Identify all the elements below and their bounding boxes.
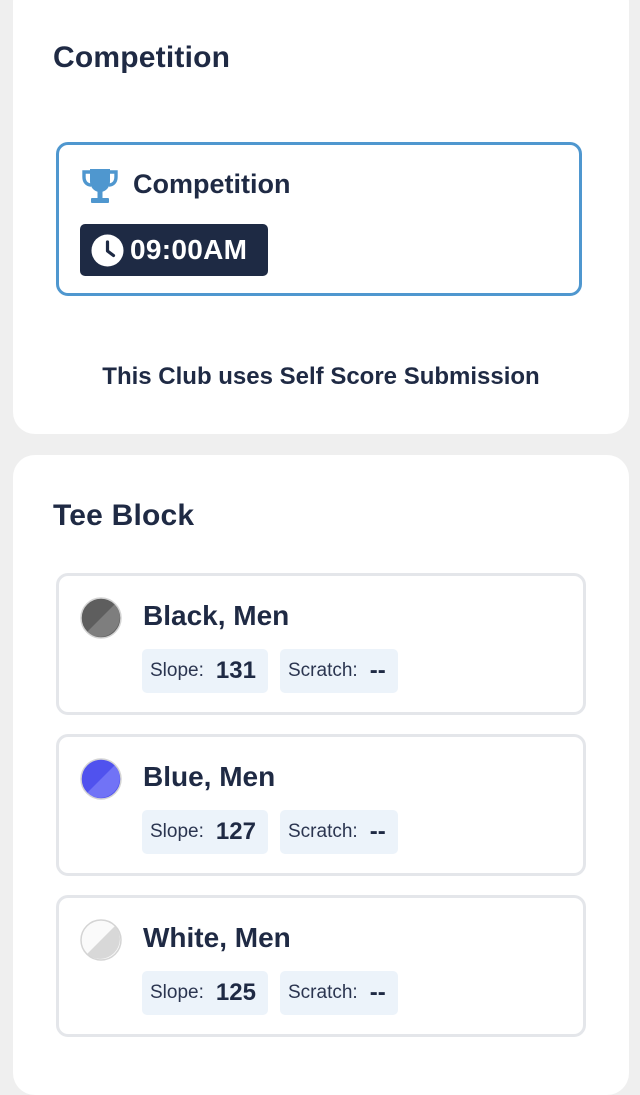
slope-pill: Slope: 131	[142, 649, 268, 693]
slope-label: Slope:	[150, 660, 204, 681]
tee-name: Black, Men	[143, 600, 290, 631]
scratch-value: --	[369, 818, 386, 845]
slope-value: 125	[215, 979, 256, 1006]
competition-event-card[interactable]: Competition 09:00AM	[56, 142, 582, 296]
tee-name: White, Men	[143, 922, 291, 953]
slope-pill: Slope: 125	[142, 971, 268, 1015]
slope-pill: Slope: 127	[142, 810, 268, 854]
tee-color-swatch-blue	[80, 758, 122, 800]
slope-value: 131	[215, 657, 256, 684]
scratch-value: --	[369, 657, 386, 684]
scratch-pill: Scratch: --	[280, 971, 398, 1015]
scratch-value: --	[369, 979, 386, 1006]
competition-card: Competition Competition 09:00AM This Clu…	[13, 0, 629, 434]
tee-color-swatch-black	[80, 597, 122, 639]
trophy-icon	[82, 169, 118, 203]
scratch-pill: Scratch: --	[280, 649, 398, 693]
tee-color-swatch-white	[80, 919, 122, 961]
tee-option-white[interactable]: White, Men Slope: 125 Scratch: --	[56, 895, 586, 1037]
slope-value: 127	[215, 818, 256, 845]
slope-label: Slope:	[150, 821, 204, 842]
scratch-pill: Scratch: --	[280, 810, 398, 854]
slope-label: Slope:	[150, 982, 204, 1003]
tee-block-section-title: Tee Block	[53, 499, 195, 532]
tee-block-card: Tee Block Black, Men Slope: 131 Scratch:…	[13, 455, 629, 1095]
tee-option-blue[interactable]: Blue, Men Slope: 127 Scratch: --	[56, 734, 586, 876]
competition-section-title: Competition	[53, 41, 231, 74]
clock-icon	[91, 234, 124, 266]
tee-name: Blue, Men	[143, 761, 276, 792]
scratch-label: Scratch:	[288, 821, 358, 842]
tee-option-black[interactable]: Black, Men Slope: 131 Scratch: --	[56, 573, 586, 715]
scratch-label: Scratch:	[288, 982, 358, 1003]
tee-time: 09:00AM	[130, 234, 248, 265]
competition-name: Competition	[133, 169, 291, 199]
scratch-label: Scratch:	[288, 660, 358, 681]
tee-time-badge: 09:00AM	[80, 224, 268, 276]
self-score-note: This Club uses Self Score Submission	[102, 363, 540, 390]
